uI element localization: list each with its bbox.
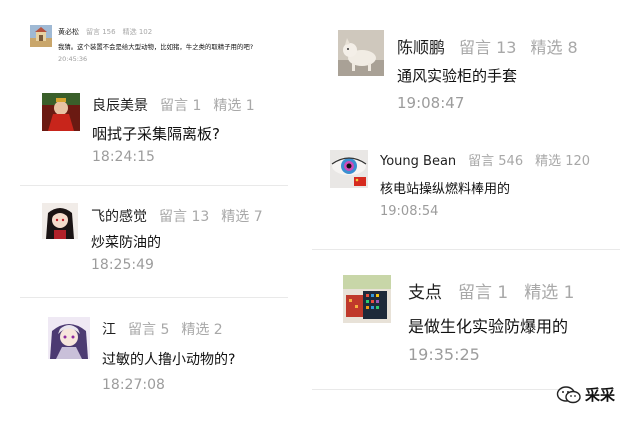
comment-count: 留言 1	[160, 98, 202, 114]
comment-meta: 支点 留言 1 精选 1	[408, 278, 574, 303]
commenter-name[interactable]: 江	[102, 319, 116, 339]
comment-text: 炒菜防油的	[91, 235, 161, 251]
comment-text: 核电站操纵燃料棒用的	[380, 182, 511, 197]
comment-time: 18:27:08	[102, 377, 165, 393]
comment-time: 19:35:25	[408, 345, 480, 364]
pick-count: 精选 102	[122, 28, 153, 36]
comment-count: 留言 156	[86, 28, 116, 36]
avatar[interactable]	[42, 93, 80, 131]
comment-text: 是做生化实验防爆用的	[408, 317, 569, 336]
comment-text: 我猜。这个装置不会是给大型动物，比如猪，牛之类的取精子用的吧?	[58, 43, 254, 51]
building-photo-icon	[30, 25, 52, 47]
comment-meta: 良辰美景 留言 1 精选 1	[92, 95, 255, 115]
pixel-speaker-icon	[343, 275, 391, 323]
comment-time: 20:45:36	[58, 55, 88, 63]
pick-count: 精选 1	[524, 283, 575, 303]
avatar[interactable]	[343, 275, 391, 323]
comment-meta: 黄必松 留言 156 精选 102	[58, 27, 152, 37]
dog-photo-icon	[338, 30, 384, 76]
watermark-label: 采采	[585, 386, 616, 404]
pick-count: 精选 7	[221, 209, 263, 225]
comment-count: 留言 13	[459, 38, 517, 57]
pick-count: 精选 2	[181, 322, 223, 338]
avatar[interactable]	[330, 150, 368, 188]
comment-text: 咽拭子采集隔离板?	[92, 125, 220, 143]
divider	[20, 185, 288, 186]
avatar[interactable]	[30, 25, 52, 47]
commenter-name[interactable]: Young Bean	[380, 154, 456, 169]
pick-count: 精选 120	[535, 154, 591, 169]
divider	[20, 297, 288, 298]
comment-time: 19:08:47	[397, 94, 465, 112]
divider	[312, 249, 620, 250]
comment-count: 留言 13	[159, 209, 210, 225]
pick-count: 精选 8	[530, 38, 578, 57]
avatar[interactable]	[42, 203, 78, 239]
commenter-name[interactable]: 良辰美景	[92, 95, 148, 115]
comment-meta: 江 留言 5 精选 2	[102, 319, 223, 339]
avatar[interactable]	[48, 317, 90, 359]
watermark: 采采	[556, 384, 615, 405]
red-costume-photo-icon	[42, 93, 80, 131]
comment-count: 留言 546	[468, 154, 524, 169]
commenter-name[interactable]: 陈顺鹏	[397, 34, 445, 58]
comment-count: 留言 5	[128, 322, 170, 338]
eye-photo-icon	[330, 150, 368, 188]
avatar[interactable]	[338, 30, 384, 76]
comment-text: 通风实验柜的手套	[397, 67, 518, 85]
comment-time: 18:24:15	[92, 149, 155, 165]
comment-text: 过敏的人撸小动物的?	[102, 352, 236, 368]
pick-count: 精选 1	[213, 98, 255, 114]
anime-character-icon	[48, 317, 90, 359]
comment-time: 19:08:54	[380, 204, 439, 219]
wechat-official-account-icon	[556, 385, 581, 403]
commenter-name[interactable]: 支点	[408, 278, 442, 303]
divider	[312, 389, 562, 390]
comment-time: 18:25:49	[91, 257, 154, 273]
comment-meta: Young Bean 留言 546 精选 120	[380, 150, 590, 169]
comment-count: 留言 1	[458, 283, 509, 303]
commenter-name[interactable]: 黄必松	[58, 27, 79, 37]
comment-meta: 飞的感觉 留言 13 精选 7	[91, 206, 263, 226]
anime-girl-icon	[42, 203, 78, 239]
comment-meta: 陈顺鹏 留言 13 精选 8	[397, 34, 578, 58]
commenter-name[interactable]: 飞的感觉	[91, 206, 147, 226]
